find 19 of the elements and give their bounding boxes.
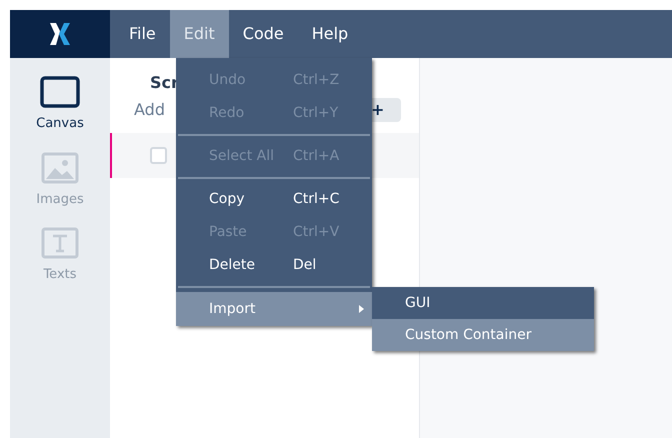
add-label: Add bbox=[134, 99, 165, 121]
menu-option[interactable]: GUI bbox=[372, 287, 594, 319]
menu-item[interactable]: File bbox=[115, 10, 170, 58]
menu-item[interactable]: Help bbox=[298, 10, 362, 58]
checkbox[interactable] bbox=[150, 147, 167, 164]
text-icon bbox=[41, 227, 79, 259]
sidebar-item[interactable]: Images bbox=[36, 152, 84, 209]
menu-option[interactable]: Copy Ctrl+C bbox=[176, 183, 372, 216]
x-logo-icon bbox=[49, 22, 71, 46]
menu-option[interactable]: Import bbox=[176, 292, 372, 326]
sidebar-item[interactable]: Texts bbox=[41, 227, 79, 284]
menu-option[interactable]: Delete Del bbox=[176, 249, 372, 282]
menu-item[interactable]: Edit bbox=[170, 10, 229, 58]
sidebar-item[interactable]: Canvas bbox=[36, 76, 84, 134]
rectangle-icon bbox=[40, 76, 80, 108]
caret-right-icon bbox=[359, 305, 364, 313]
menu-item[interactable]: Code bbox=[228, 10, 298, 58]
menu-option[interactable]: Custom Container bbox=[372, 319, 594, 351]
image-icon bbox=[41, 152, 79, 184]
